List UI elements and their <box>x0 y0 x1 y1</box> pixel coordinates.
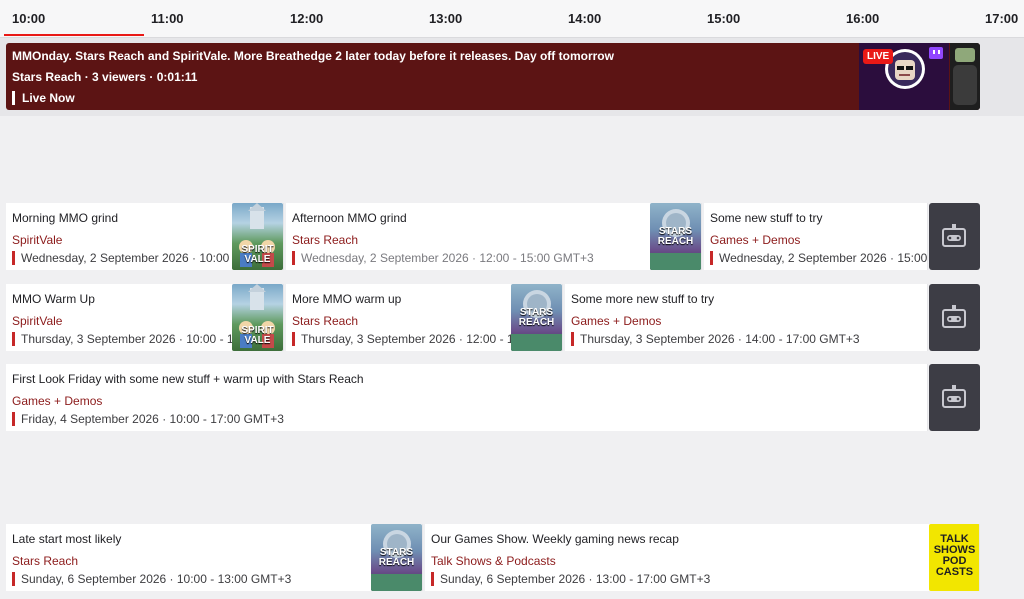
schedule-card[interactable]: Some new stuff to try Games + Demos Wedn… <box>704 203 928 270</box>
schedule-card[interactable]: MMO Warm Up SpiritVale Thursday, 3 Septe… <box>6 284 284 351</box>
timeline-header: 10:00 11:00 12:00 13:00 14:00 15:00 16:0… <box>0 0 1024 38</box>
live-stream-meta: Stars Reach · 3 viewers · 0:01:11 <box>12 70 198 84</box>
segment-time: Wednesday, 2 September 2026 · 12:00 - 15… <box>292 251 594 265</box>
live-stream-card[interactable]: MMOnday. Stars Reach and SpiritVale. Mor… <box>6 43 980 110</box>
schedule-card[interactable]: Afternoon MMO grind Stars Reach Wednesda… <box>286 203 702 270</box>
game-controller-icon <box>942 305 966 328</box>
time-tick: 12:00 <box>290 11 324 26</box>
box-art-label: STARS REACH <box>518 307 555 328</box>
current-time-indicator <box>4 34 144 36</box>
box-art-label: STARS REACH <box>657 226 694 247</box>
segment-title: Some more new stuff to try <box>571 292 715 306</box>
segment-time: Sunday, 6 September 2026 · 13:00 - 17:00… <box>431 572 710 586</box>
segment-title: Some new stuff to try <box>710 211 823 225</box>
live-row: MMOnday. Stars Reach and SpiritVale. Mor… <box>0 38 1024 116</box>
time-tick: 14:00 <box>568 11 602 26</box>
time-tick: 10:00 <box>12 11 46 26</box>
segment-category[interactable]: Stars Reach <box>292 233 358 247</box>
schedule-card[interactable]: Our Games Show. Weekly gaming news recap… <box>425 524 980 591</box>
segment-time: Sunday, 6 September 2026 · 10:00 - 13:00… <box>12 572 291 586</box>
live-status-label: Live Now <box>12 91 75 105</box>
segment-category[interactable]: SpiritVale <box>12 314 62 328</box>
segment-title: Afternoon MMO grind <box>292 211 407 225</box>
box-art-label: SPIRIT VALE <box>241 244 274 265</box>
segment-title: First Look Friday with some new stuff + … <box>12 372 364 386</box>
box-art-label: STARS REACH <box>378 547 415 568</box>
time-tick: 11:00 <box>151 11 184 26</box>
game-controller-icon <box>942 385 966 408</box>
category-box-art[interactable]: SPIRIT VALE <box>232 203 283 270</box>
segment-time: Thursday, 3 September 2026 · 14:00 - 17:… <box>571 332 860 346</box>
schedule-card[interactable]: Morning MMO grind SpiritVale Wednesday, … <box>6 203 284 270</box>
segment-category[interactable]: Stars Reach <box>292 314 358 328</box>
time-tick: 15:00 <box>707 11 741 26</box>
segment-category[interactable]: SpiritVale <box>12 233 62 247</box>
category-box-art[interactable]: STARS REACH <box>650 203 701 270</box>
game-controller-icon <box>942 224 966 247</box>
live-stream-title: MMOnday. Stars Reach and SpiritVale. Mor… <box>12 49 614 63</box>
segment-title: Our Games Show. Weekly gaming news recap <box>431 532 679 546</box>
segment-category[interactable]: Games + Demos <box>710 233 800 247</box>
schedule-card[interactable]: Late start most likely Stars Reach Sunda… <box>6 524 423 591</box>
box-art-label: TALK SHOWS POD CASTS <box>933 533 976 578</box>
schedule-card[interactable]: First Look Friday with some new stuff + … <box>6 364 928 431</box>
segment-category[interactable]: Stars Reach <box>12 554 78 568</box>
category-box-art[interactable] <box>929 284 980 351</box>
segment-category[interactable]: Games + Demos <box>571 314 661 328</box>
schedule-card[interactable]: Some more new stuff to try Games + Demos… <box>565 284 928 351</box>
category-box-art[interactable]: STARS REACH <box>511 284 562 351</box>
segment-time: Friday, 4 September 2026 · 10:00 - 17:00… <box>12 412 284 426</box>
time-tick: 16:00 <box>846 11 880 26</box>
category-box-art[interactable]: STARS REACH <box>371 524 422 591</box>
box-art-label: SPIRIT VALE <box>241 325 274 346</box>
category-box-art[interactable]: TALK SHOWS POD CASTS <box>929 524 979 591</box>
time-tick: 13:00 <box>429 11 463 26</box>
segment-title: Late start most likely <box>12 532 122 546</box>
segment-title: MMO Warm Up <box>12 292 95 306</box>
category-box-art[interactable] <box>929 203 980 270</box>
segment-title: Morning MMO grind <box>12 211 119 225</box>
category-box-art[interactable] <box>929 364 980 431</box>
live-side-thumbnail <box>950 43 980 110</box>
schedule-card[interactable]: More MMO warm up Stars Reach Thursday, 3… <box>286 284 563 351</box>
live-badge: LIVE <box>863 49 894 64</box>
category-box-art[interactable]: SPIRIT VALE <box>232 284 283 351</box>
segment-time: Wednesday, 2 September 2026 · 15:00 - 17… <box>710 251 927 265</box>
game-art-icon <box>950 43 980 110</box>
segment-category[interactable]: Talk Shows & Podcasts <box>431 554 556 568</box>
segment-title: More MMO warm up <box>292 292 402 306</box>
segment-category[interactable]: Games + Demos <box>12 394 102 408</box>
time-tick: 17:00 <box>985 11 1019 26</box>
